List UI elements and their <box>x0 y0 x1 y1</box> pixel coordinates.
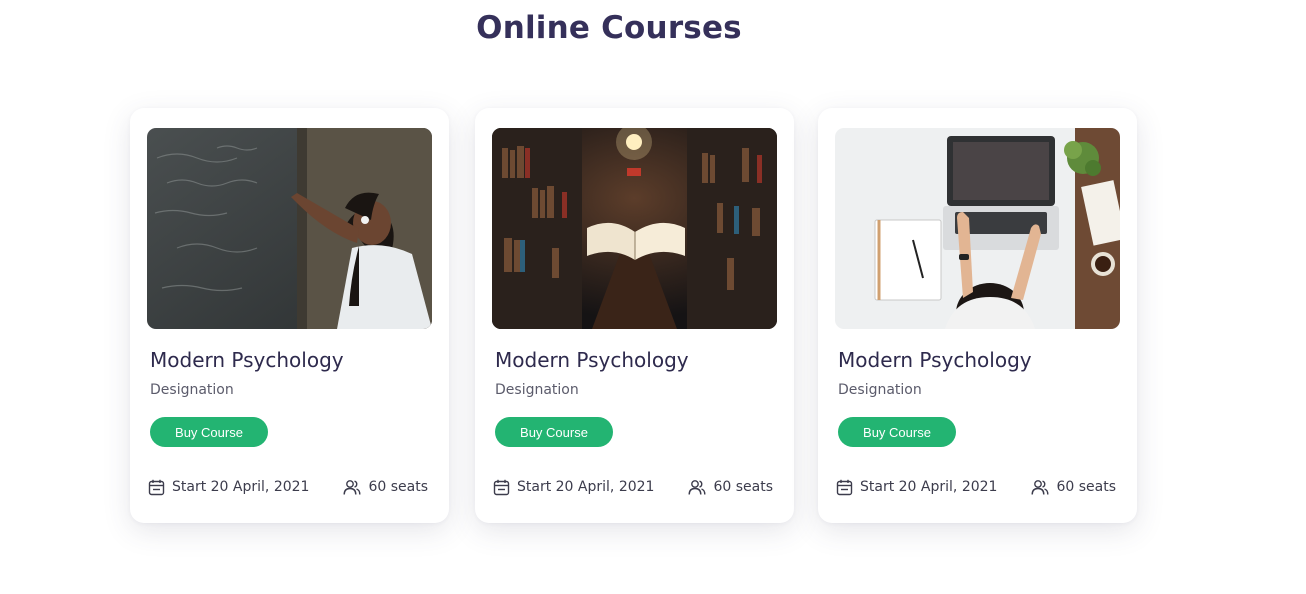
course-image[interactable] <box>147 128 432 329</box>
buy-course-button[interactable]: Buy Course <box>495 417 613 447</box>
calendar-icon <box>493 479 510 495</box>
seats-text: 60 seats <box>368 479 428 495</box>
course-title[interactable]: Modern Psychology <box>495 348 689 372</box>
course-card[interactable]: Modern Psychology Designation Buy Course… <box>818 108 1137 523</box>
course-image[interactable] <box>835 128 1120 329</box>
section-title: Online Courses <box>476 10 742 46</box>
course-seats: 60 seats <box>1031 478 1116 496</box>
course-start-date: Start 20 April, 2021 <box>493 478 654 496</box>
course-title[interactable]: Modern Psychology <box>150 348 344 372</box>
seats-text: 60 seats <box>1056 479 1116 495</box>
course-card[interactable]: Modern Psychology Designation Buy Course… <box>475 108 794 523</box>
users-icon <box>1031 479 1049 495</box>
seats-text: 60 seats <box>713 479 773 495</box>
course-image[interactable] <box>492 128 777 329</box>
calendar-icon <box>148 479 165 495</box>
course-title[interactable]: Modern Psychology <box>838 348 1032 372</box>
course-start-date: Start 20 April, 2021 <box>836 478 997 496</box>
course-start-date: Start 20 April, 2021 <box>148 478 309 496</box>
course-seats: 60 seats <box>343 478 428 496</box>
course-designation: Designation <box>838 382 922 398</box>
buy-course-button[interactable]: Buy Course <box>150 417 268 447</box>
page: Online Courses Modern Psychology Designa… <box>0 0 1306 594</box>
users-icon <box>688 479 706 495</box>
date-text: Start 20 April, 2021 <box>517 479 655 495</box>
users-icon <box>343 479 361 495</box>
date-text: Start 20 April, 2021 <box>860 479 998 495</box>
buy-course-button[interactable]: Buy Course <box>838 417 956 447</box>
course-designation: Designation <box>495 382 579 398</box>
date-text: Start 20 April, 2021 <box>172 479 310 495</box>
course-card[interactable]: Modern Psychology Designation Buy Course… <box>130 108 449 523</box>
course-designation: Designation <box>150 382 234 398</box>
calendar-icon <box>836 479 853 495</box>
course-seats: 60 seats <box>688 478 773 496</box>
